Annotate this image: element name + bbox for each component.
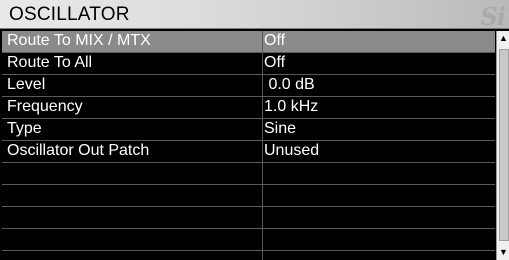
panel-title: OSCILLATOR xyxy=(9,4,130,25)
table-row-empty xyxy=(2,163,495,185)
row-value[interactable]: Unused xyxy=(264,142,319,160)
row-value[interactable]: 1.0 kHz xyxy=(264,98,318,116)
row-label: Type xyxy=(7,120,42,137)
vertical-scrollbar[interactable]: ▲ ▼ xyxy=(496,31,509,260)
table-row-type[interactable]: Type Sine xyxy=(2,119,495,141)
arrow-up-icon[interactable]: ▲ xyxy=(498,33,509,44)
parameter-table: Route To MIX / MTX Off Route To All Off … xyxy=(2,31,495,251)
arrow-down-icon[interactable]: ▼ xyxy=(498,247,509,258)
table-row-empty xyxy=(2,229,495,251)
table-row-frequency[interactable]: Frequency 1.0 kHz xyxy=(2,97,495,119)
table-row-route-to-all[interactable]: Route To All Off xyxy=(2,53,495,75)
row-label: Route To MIX / MTX xyxy=(7,32,151,49)
row-value[interactable]: Off xyxy=(264,32,285,50)
scrollbar-thumb[interactable] xyxy=(499,49,509,241)
table-row-oscillator-out-patch[interactable]: Oscillator Out Patch Unused xyxy=(2,141,495,163)
table-row-level[interactable]: Level 0.0 dB xyxy=(2,75,495,97)
row-label: Level xyxy=(7,76,46,93)
column-divider xyxy=(262,31,263,260)
row-label: Frequency xyxy=(7,98,83,115)
table-row-empty xyxy=(2,207,495,229)
row-label: Oscillator Out Patch xyxy=(7,142,150,159)
row-label: Route To All xyxy=(7,54,93,71)
table-row-route-to-mix-mtx[interactable]: Route To MIX / MTX Off xyxy=(2,31,495,53)
row-value[interactable]: 0.0 dB xyxy=(264,76,314,94)
brand-logo: Si xyxy=(480,2,506,31)
row-value[interactable]: Sine xyxy=(264,120,296,138)
table-row-empty xyxy=(2,185,495,207)
panel-header: OSCILLATOR Si xyxy=(0,0,509,31)
row-value[interactable]: Off xyxy=(264,54,285,72)
oscillator-panel: OSCILLATOR Si Route To MIX / MTX Off Rou… xyxy=(0,0,509,260)
